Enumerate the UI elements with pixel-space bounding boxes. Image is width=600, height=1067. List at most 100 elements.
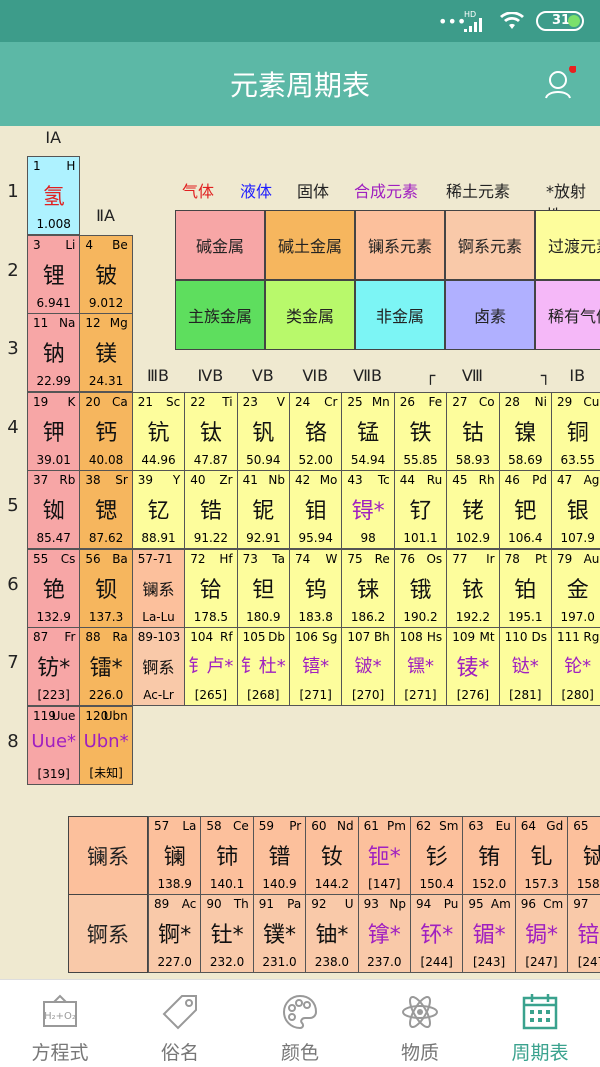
element-name: 铪 xyxy=(199,577,222,603)
element-name: 钆 xyxy=(530,845,553,870)
element-name: 锰 xyxy=(357,420,380,446)
element-cell[interactable]: 65Tb铽158.9 xyxy=(567,816,600,895)
legend-box[interactable]: 碱土金属 xyxy=(265,210,355,280)
element-cell[interactable]: 58 Ce 铈 140.1 xyxy=(200,816,254,895)
element-cell[interactable]: 3 Li 锂 6.941 xyxy=(27,234,81,314)
element-cell[interactable]: 90 Th 钍* 232.0 xyxy=(200,894,254,973)
element-cell[interactable]: 75 Re 铼 186.2 xyxy=(341,548,395,628)
tab-calendar-grid[interactable]: 周期表 xyxy=(480,980,600,1067)
legend-box[interactable]: 过渡元素 xyxy=(535,210,600,280)
tab-atom[interactable]: 物质 xyxy=(360,980,480,1067)
legend-box[interactable]: 类金属 xyxy=(265,280,355,350)
element-cell[interactable]: 29 Cu 铜 63.55 xyxy=(551,391,600,471)
element-cell[interactable]: 120 Ubn Ubn* [未知] xyxy=(79,705,133,785)
element-cell[interactable]: 74 W 钨 183.8 xyxy=(289,548,343,628)
element-cell[interactable]: 119 Uue Uue* [319] xyxy=(27,705,81,785)
element-cell[interactable]: 41 Nb 铌 92.91 xyxy=(236,470,290,549)
element-cell[interactable]: 55 Cs 铯 132.9 xyxy=(27,548,81,628)
element-cell[interactable]: 110 Ds 𫟼* [281] xyxy=(498,627,552,706)
element-cell[interactable]: 11 Na 钠 22.99 xyxy=(27,313,81,392)
element-cell[interactable]: 87 Fr 钫* [223] xyxy=(27,627,81,706)
legend-box[interactable]: 锕系元素 xyxy=(445,210,535,280)
element-cell[interactable]: 77 Ir 铱 192.2 xyxy=(446,548,500,628)
element-cell[interactable]: 21 Sc 钪 44.96 xyxy=(131,391,186,471)
element-name: 氢 xyxy=(42,185,65,210)
element-cell[interactable]: 94 Pu 钚* [244] xyxy=(410,894,464,973)
element-cell[interactable]: 89 Ac 锕* 227.0 xyxy=(148,894,202,973)
atomic-mass: [271] xyxy=(404,688,437,702)
element-cell[interactable]: 20 Ca 钙 40.08 xyxy=(79,391,133,471)
element-cell[interactable]: 23 V 钒 50.94 xyxy=(236,391,290,471)
element-cell[interactable]: 25 Mn 锰 54.94 xyxy=(341,391,395,471)
element-cell[interactable]: 44 Ru 钌 101.1 xyxy=(393,470,448,549)
element-cell[interactable]: 56 Ba 钡 137.3 xyxy=(79,548,133,628)
element-cell[interactable]: 107 Bh 𬭛* [270] xyxy=(341,627,395,706)
element-cell[interactable]: 109 Mt 鿏* [276] xyxy=(446,627,500,706)
element-cell[interactable]: 106 Sg 𬭳* [271] xyxy=(289,627,343,706)
element-cell[interactable]: 108 Hs 𬭶* [271] xyxy=(393,627,448,706)
tab-tag[interactable]: 俗名 xyxy=(120,980,240,1067)
element-cell[interactable]: 37 Rb 铷 85.47 xyxy=(27,470,81,549)
legend-box[interactable]: 非金属 xyxy=(355,280,445,350)
element-cell[interactable]: 61 Pm 钷* [147] xyxy=(357,816,411,895)
element-cell[interactable]: 104 Rf 钅卢* [265] xyxy=(184,627,238,706)
element-cell[interactable]: 22 Ti 钛 47.87 xyxy=(184,391,238,471)
element-cell[interactable]: 42 Mo 钼 95.94 xyxy=(289,470,343,549)
element-cell[interactable]: 46 Pd 钯 106.4 xyxy=(498,470,552,549)
atomic-number: 38 xyxy=(85,473,101,487)
element-cell[interactable]: 97Bk锫*[247] xyxy=(567,894,600,973)
atomic-number: 57 xyxy=(154,819,170,833)
element-cell[interactable]: 60 Nd 钕 144.2 xyxy=(305,816,359,895)
element-cell[interactable]: 78 Pt 铂 195.1 xyxy=(498,548,552,628)
periodic-table[interactable]: 1 2 3 4 5 6 7 8 IA ⅡA ⅢB ⅣB ⅤB ⅥB ⅦB ┌ Ⅷ ┐ IB 气体 液体 固体 合成元素 稀土元… xyxy=(0,126,600,979)
legend-box[interactable]: 稀有气体 xyxy=(535,280,600,350)
element-cell[interactable]: 76 Os 锇 190.2 xyxy=(393,548,448,628)
element-cell[interactable]: 95 Am 镅* [243] xyxy=(462,894,516,973)
element-cell[interactable]: 38 Sr 锶 87.62 xyxy=(79,470,133,549)
element-cell[interactable]: 96 Cm 锔* [247] xyxy=(514,894,569,973)
element-cell[interactable]: 88 Ra 镭* 226.0 xyxy=(79,627,133,706)
element-cell[interactable]: 64 Gd 钆 157.3 xyxy=(514,816,569,895)
element-name: 𬬭* xyxy=(564,656,592,677)
element-cell[interactable]: 73 Ta 钽 180.9 xyxy=(236,548,290,628)
element-cell[interactable]: 57 La 镧 138.9 xyxy=(148,816,202,895)
legend-box[interactable]: 镧系元素 xyxy=(355,210,445,280)
legend-synthetic: 合成元素 xyxy=(354,182,419,201)
element-cell[interactable]: 4 Be 铍 9.012 xyxy=(79,234,133,314)
element-cell[interactable]: 79 Au 金 197.0 xyxy=(551,548,600,628)
element-cell[interactable]: 72 Hf 铪 178.5 xyxy=(184,548,238,628)
element-cell[interactable]: 39 Y 钇 88.91 xyxy=(131,470,186,549)
element-cell[interactable]: 28 Ni 镍 58.69 xyxy=(498,391,552,471)
element-cell[interactable]: 63 Eu 铕 152.0 xyxy=(462,816,516,895)
element-cell[interactable]: 43 Tc 锝* 98 xyxy=(341,470,395,549)
period-label: 8 xyxy=(7,730,19,752)
element-cell[interactable]: 1 H 氢 1.008 xyxy=(27,156,81,235)
element-cell[interactable]: 24 Cr 铬 52.00 xyxy=(289,391,343,471)
element-cell[interactable]: 62 Sm 钐 150.4 xyxy=(410,816,464,895)
atomic-mass: 183.8 xyxy=(298,609,333,624)
element-name: 镨 xyxy=(268,845,291,870)
element-cell[interactable]: 47 Ag 银 107.9 xyxy=(551,470,600,549)
element-cell[interactable]: 19 K 钾 39.01 xyxy=(27,391,81,471)
element-cell[interactable]: 26 Fe 铁 55.85 xyxy=(393,391,448,471)
element-cell[interactable]: 105 Db 钅杜* [268] xyxy=(236,627,290,706)
element-cell[interactable]: 92 U 铀* 238.0 xyxy=(305,894,359,973)
legend-box[interactable]: 主族金属 xyxy=(175,280,265,350)
element-cell[interactable]: 57-71 镧系 La-Lu xyxy=(131,548,186,628)
element-cell[interactable]: 59 Pr 镨 140.9 xyxy=(252,816,307,895)
element-cell[interactable]: 91 Pa 镤* 231.0 xyxy=(252,894,307,973)
element-cell[interactable]: 111 Rg 𬬭* [280] xyxy=(551,627,600,706)
user-icon[interactable] xyxy=(540,66,576,102)
element-cell[interactable]: 40 Zr 锆 91.22 xyxy=(184,470,238,549)
atomic-number: 59 xyxy=(258,819,275,833)
element-cell[interactable]: 93 Np 镎* 237.0 xyxy=(357,894,411,973)
element-cell[interactable]: 89-103 锕系 Ac-Lr xyxy=(131,627,186,706)
tab-equation[interactable]: H₂+O₂ 方程式 xyxy=(0,980,120,1067)
legend-box[interactable]: 卤素 xyxy=(445,280,535,350)
element-cell[interactable]: 45 Rh 铑 102.9 xyxy=(446,470,500,549)
element-cell[interactable]: 12 Mg 镁 24.31 xyxy=(79,313,133,392)
element-cell[interactable]: 27 Co 钴 58.93 xyxy=(446,391,500,471)
tab-palette[interactable]: 颜色 xyxy=(240,980,360,1067)
element-name: 钨 xyxy=(304,577,327,603)
legend-box[interactable]: 碱金属 xyxy=(175,210,265,280)
